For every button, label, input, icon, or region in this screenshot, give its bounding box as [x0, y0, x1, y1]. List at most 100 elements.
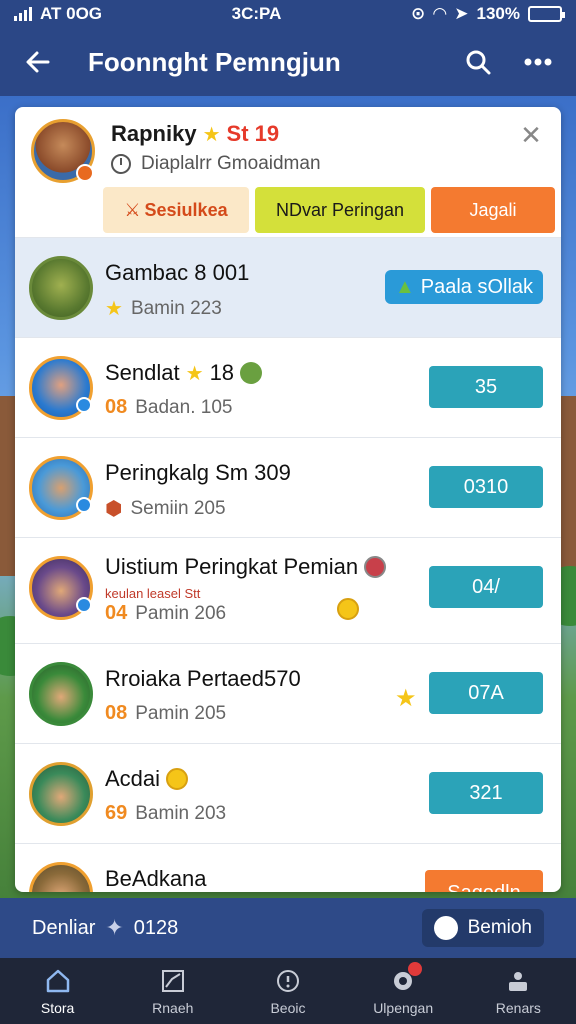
- row-action-label: Sagedln: [447, 882, 520, 893]
- player-name: Rapniky ★ St 19: [111, 121, 279, 147]
- row-action-label: 321: [469, 781, 503, 804]
- row-sub-text: Pamin 206: [135, 602, 227, 624]
- row-name: Sendlat ★ 18: [105, 360, 263, 386]
- home-icon: [43, 966, 73, 996]
- ball-icon: [433, 916, 458, 940]
- star-icon: ★: [395, 685, 417, 712]
- row-sub: 08 Badan. 105: [105, 396, 232, 419]
- coin-icon: [166, 768, 189, 790]
- signal-icon: [14, 7, 32, 21]
- alarm-icon: ⊙: [410, 4, 426, 23]
- tab-sesiulkea[interactable]: ⚔ Sesiulkea: [103, 187, 249, 233]
- avatar: [29, 556, 93, 620]
- chart-icon: [158, 966, 188, 996]
- tab-jagali[interactable]: Jagali: [431, 187, 555, 233]
- battery-text: 130%: [476, 4, 520, 23]
- list-item[interactable]: Uistium Peringkat Pemian keulan leasel S…: [15, 537, 561, 643]
- avatar-badge: [76, 497, 92, 513]
- star-icon: ★: [105, 298, 123, 320]
- row-name-text: Uistium Peringkat Pemian: [105, 554, 359, 579]
- battery-icon: [528, 6, 565, 22]
- row-extra-text: keulan leasel Stt: [105, 586, 201, 601]
- app-bar: Foonnght Pemngjun: [0, 28, 576, 96]
- info-icon: [273, 966, 303, 996]
- location-icon: ➤: [454, 4, 469, 23]
- row-sub: ★ Bamin 223: [105, 296, 222, 321]
- row-rank: 69: [105, 802, 128, 824]
- status-bar: AT 0OG 3C:PA ⊙ ◠ ➤ 130%: [0, 0, 576, 28]
- close-icon[interactable]: ✕: [515, 119, 547, 151]
- row-name: Uistium Peringkat Pemian: [105, 554, 387, 580]
- row-name: BeAdkana: [105, 866, 207, 892]
- gear-icon: [388, 962, 423, 996]
- row-action-label: Paala sOllak: [420, 275, 534, 298]
- leaf-icon: [240, 362, 263, 384]
- profile-icon: [503, 966, 533, 996]
- row-action-button[interactable]: 04/: [429, 566, 543, 608]
- nav-item-ulpengan[interactable]: Ulpengan: [353, 962, 453, 1016]
- nav-item-renars[interactable]: Renars: [468, 966, 568, 1016]
- row-action-label: 35: [474, 375, 498, 398]
- list-item[interactable]: Rroiaka Pertaed570 08 Pamin 205 ★ 07A: [15, 643, 561, 743]
- row-sub-text: Pamin 205: [135, 702, 227, 724]
- bottom-nav: Stora Rnaeh Beoic Ulpengan Renars: [0, 958, 576, 1024]
- row-action-button[interactable]: 35: [429, 366, 543, 408]
- row-action-button[interactable]: 321: [429, 772, 543, 814]
- nav-label: Rnaeh: [152, 1000, 194, 1016]
- list-item[interactable]: BeAdkana Sagedln: [15, 843, 561, 892]
- tab-ndvar-peringan[interactable]: NDvar Peringan: [255, 187, 425, 233]
- search-icon[interactable]: [458, 42, 498, 82]
- summary-value: 0128: [133, 916, 179, 939]
- row-name: Rroiaka Pertaed570: [105, 666, 301, 692]
- avatar-badge: [76, 597, 92, 613]
- row-sub-text: Bamin 223: [130, 297, 222, 319]
- avatar[interactable]: [31, 119, 95, 183]
- avatar: [29, 662, 93, 726]
- row-name-text: BeAdkana: [105, 866, 207, 891]
- triangle-icon: ▲: [394, 275, 415, 298]
- carrier-label: AT 0OG: [40, 4, 103, 23]
- nav-item-rnaeh[interactable]: Rnaeh: [123, 966, 223, 1016]
- tab-label: NDvar Peringan: [275, 199, 405, 220]
- player-score: St 19: [226, 121, 280, 146]
- row-name: Gambac 8 001: [105, 260, 249, 286]
- row-action-label: 07A: [468, 681, 504, 704]
- row-name-score: 18: [209, 360, 235, 385]
- nav-item-stora[interactable]: Stora: [8, 966, 108, 1016]
- list-item[interactable]: Sendlat ★ 18 08 Badan. 105 35: [15, 337, 561, 437]
- nav-label: Renars: [495, 1000, 541, 1016]
- nav-item-beoic[interactable]: Beoic: [238, 966, 338, 1016]
- player-subtitle: Diaplalrr Gmoaidman: [111, 153, 321, 175]
- avatar: [29, 762, 93, 826]
- nav-label: Stora: [40, 1000, 75, 1016]
- avatar: [29, 456, 93, 520]
- row-action-button[interactable]: 07A: [429, 672, 543, 714]
- row-name-text: Gambac 8 001: [105, 260, 250, 285]
- row-action-button[interactable]: Sagedln: [425, 870, 543, 892]
- status-center-text: 3C:PA: [231, 4, 282, 23]
- back-arrow-icon[interactable]: [18, 42, 58, 82]
- list-item[interactable]: Gambac 8 001 ★ Bamin 223 ▲ Paala sOllak: [15, 237, 561, 337]
- summary-button[interactable]: Bemioh: [421, 909, 544, 947]
- list-item[interactable]: Acdai 69 Bamin 203 321: [15, 743, 561, 843]
- coin-icon: [337, 598, 359, 620]
- avatar: [29, 862, 93, 892]
- summary-button-label: Bemioh: [467, 917, 532, 938]
- sparkle-icon: ✦: [105, 915, 124, 940]
- notification-badge: [408, 962, 423, 976]
- summary-strip: Denliar ✦ 0128 Bemioh: [0, 898, 576, 958]
- sword-icon: ⚔: [124, 199, 141, 220]
- row-action-button[interactable]: ▲ Paala sOllak: [385, 270, 543, 304]
- nav-label: Beoic: [270, 1000, 306, 1016]
- star-icon: ★: [202, 123, 221, 146]
- leaderboard-list: Gambac 8 001 ★ Bamin 223 ▲ Paala sOllak …: [15, 237, 561, 892]
- list-item[interactable]: Peringkalg Sm 309 ⬢ Semiin 205 0310: [15, 437, 561, 537]
- more-options-icon[interactable]: [518, 42, 558, 82]
- row-name-text: Rroiaka Pertaed570: [105, 666, 301, 691]
- row-name-text: Acdai: [105, 766, 161, 791]
- row-name-text: Peringkalg Sm 309: [105, 460, 291, 485]
- summary-info: Denliar ✦ 0128: [32, 915, 178, 941]
- shield-icon: ⬢: [105, 498, 123, 520]
- row-action-button[interactable]: 0310: [429, 466, 543, 508]
- tab-row: ⚔ Sesiulkea NDvar Peringan Jagali: [103, 187, 555, 233]
